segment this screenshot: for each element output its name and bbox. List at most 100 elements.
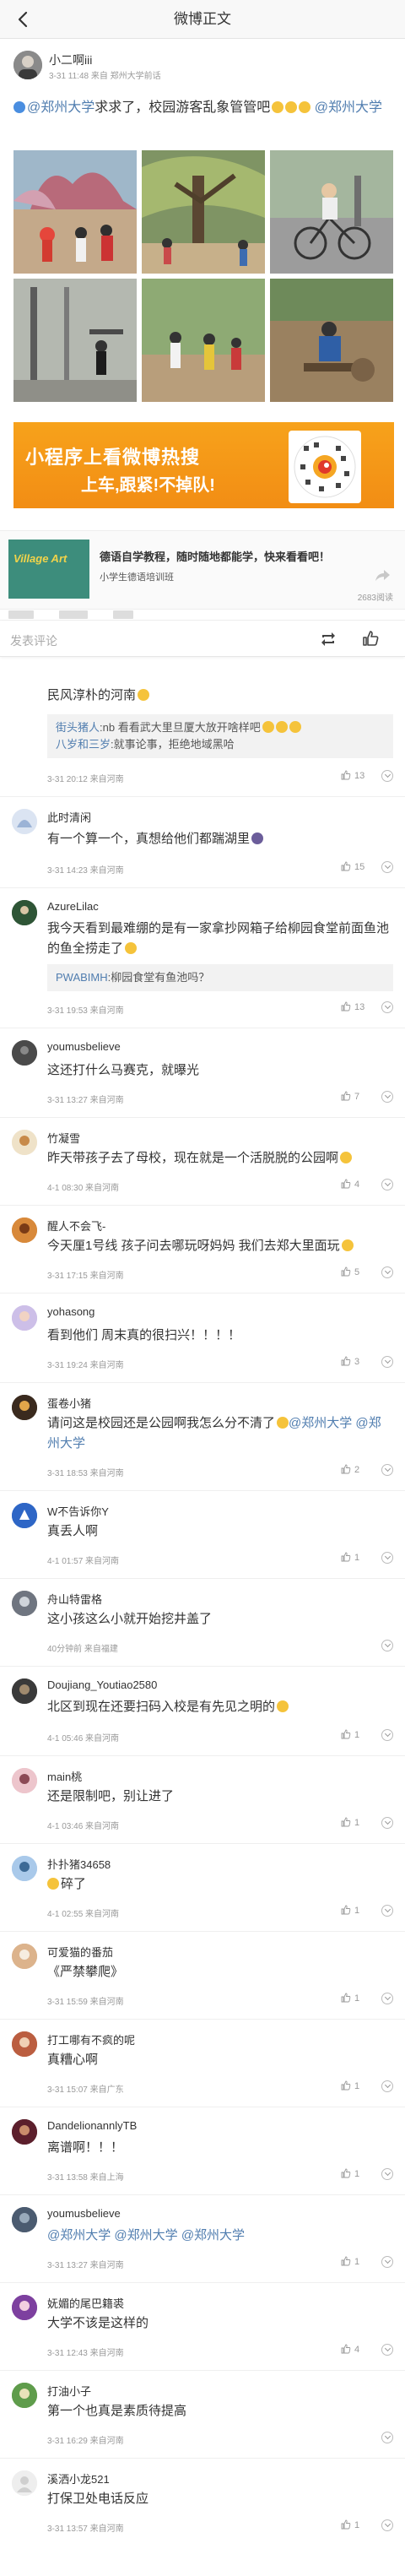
user-avatar[interactable] [12, 1768, 37, 1793]
comment-like[interactable]: 13 [341, 1001, 364, 1012]
more-icon[interactable] [381, 1817, 393, 1829]
user-avatar[interactable] [12, 809, 37, 834]
user-avatar[interactable] [12, 1944, 37, 1969]
user-name[interactable]: yohasong [47, 1305, 94, 1318]
user-name[interactable]: youmusbelieve [47, 1040, 121, 1053]
comment-input[interactable]: 发表评论 [10, 632, 57, 649]
comment-like[interactable]: 13 [341, 770, 364, 781]
user-name[interactable]: 扑扑猪34658 [47, 1856, 111, 1872]
mention-link[interactable]: @郑州大学 [47, 2228, 111, 2242]
ad-card[interactable]: Village Art 德语自学教程，随时随地都能学，快来看看吧！ 小学生德语培… [0, 530, 405, 610]
user-name[interactable]: DandelionannlyTB [47, 2119, 137, 2132]
more-icon[interactable] [381, 1993, 393, 2004]
comment-like[interactable]: 1 [341, 2256, 359, 2267]
user-name[interactable]: 打工哪有不疯的呢 [47, 2031, 135, 2047]
comment-like[interactable]: 1 [341, 1905, 359, 1916]
like-icon[interactable] [361, 629, 380, 648]
mention-link[interactable]: @郑州大学 [315, 100, 382, 115]
user-name[interactable]: main桃 [47, 1768, 82, 1784]
miniprogram-banner[interactable]: 小程序上看微博热搜 上车,跟紧!不掉队! [14, 422, 394, 508]
more-icon[interactable] [381, 2080, 393, 2092]
user-name[interactable]: 醒人不会飞- [47, 1217, 105, 1234]
user-avatar[interactable] [12, 1305, 37, 1331]
reply-user[interactable]: PWABIMH [56, 971, 108, 984]
user-avatar[interactable] [12, 2119, 37, 2145]
comment-like[interactable]: 3 [341, 1356, 359, 1367]
comment-like[interactable]: 1 [341, 2519, 359, 2530]
comment-like[interactable]: 1 [341, 1552, 359, 1563]
share-icon[interactable] [373, 567, 392, 585]
post-photo[interactable] [270, 150, 393, 274]
more-icon[interactable] [381, 1356, 393, 1368]
reply-box[interactable]: PWABIMH:柳园食堂有鱼池吗？ [47, 964, 393, 991]
post-photo[interactable] [14, 150, 137, 274]
comment-like[interactable]: 1 [341, 2080, 359, 2091]
reply-user[interactable]: 街头猪人 [56, 721, 100, 734]
comment-like[interactable]: 5 [341, 1266, 359, 1277]
author-avatar[interactable] [14, 51, 42, 79]
user-name[interactable]: 打油小子 [47, 2383, 91, 2399]
user-name[interactable]: 蛋卷小猪 [47, 1395, 91, 1411]
comment-like[interactable]: 1 [341, 1817, 359, 1828]
comment-like[interactable]: 7 [341, 1091, 359, 1102]
more-icon[interactable] [381, 1464, 393, 1476]
more-icon[interactable] [381, 1001, 393, 1013]
user-avatar[interactable] [12, 1503, 37, 1528]
more-icon[interactable] [381, 1729, 393, 1741]
reply-user[interactable]: 八岁和三岁 [56, 738, 111, 751]
tab-comments[interactable] [59, 610, 88, 619]
user-avatar[interactable] [12, 1856, 37, 1881]
mention-link[interactable]: @郑州大学 [27, 100, 94, 115]
user-avatar[interactable] [12, 1395, 37, 1420]
more-icon[interactable] [381, 1179, 393, 1190]
more-icon[interactable] [381, 770, 393, 782]
user-name[interactable]: 妩媚的尾巴籍裘 [47, 2295, 124, 2311]
more-icon[interactable] [381, 1640, 393, 1651]
user-avatar[interactable] [12, 2470, 37, 2496]
user-name[interactable]: youmusbelieve [47, 2207, 121, 2220]
user-name[interactable]: 可爱猫的番茄 [47, 1944, 113, 1960]
user-avatar[interactable] [12, 2207, 37, 2232]
more-icon[interactable] [381, 2344, 393, 2356]
comment-like[interactable]: 1 [341, 1993, 359, 2004]
more-icon[interactable] [381, 2168, 393, 2180]
comment-like[interactable]: 2 [341, 1464, 359, 1475]
repost-icon[interactable] [319, 630, 338, 648]
user-avatar[interactable] [12, 1040, 37, 1066]
mention-link[interactable]: @郑州大学 [289, 1416, 352, 1430]
more-icon[interactable] [381, 2256, 393, 2268]
more-icon[interactable] [381, 2432, 393, 2443]
more-icon[interactable] [381, 861, 393, 873]
user-name[interactable]: W不告诉你Y [47, 1503, 109, 1519]
more-icon[interactable] [381, 1552, 393, 1564]
user-avatar[interactable] [12, 1591, 37, 1616]
tab-likes[interactable] [113, 610, 133, 619]
post-photo[interactable] [142, 150, 265, 274]
user-avatar[interactable] [12, 900, 37, 925]
comment-like[interactable]: 4 [341, 2344, 359, 2355]
tab-reposts[interactable] [8, 610, 34, 619]
reply-box[interactable]: 街头猪人:nb 看看武大里旦厦大放开啥样吧 八岁和三岁:就事论事，拒绝地域黑哈 [47, 714, 393, 758]
user-avatar[interactable] [12, 2295, 37, 2320]
comment-like[interactable]: 1 [341, 1729, 359, 1740]
more-icon[interactable] [381, 1266, 393, 1278]
user-avatar[interactable] [12, 2383, 37, 2408]
user-avatar[interactable] [12, 2031, 37, 2057]
mention-link[interactable]: @郑州大学 [114, 2228, 177, 2242]
comment-like[interactable]: 15 [341, 861, 364, 872]
user-name[interactable]: 竹凝雪 [47, 1130, 80, 1146]
user-avatar[interactable] [12, 1217, 37, 1243]
user-name[interactable]: 溪洒小龙521 [47, 2470, 110, 2487]
mention-link[interactable]: @郑州大学 [181, 2228, 245, 2242]
author-name[interactable]: 小二啊iii [49, 52, 92, 68]
comment-like[interactable]: 1 [341, 2168, 359, 2179]
user-avatar[interactable] [12, 1678, 37, 1704]
more-icon[interactable] [381, 1091, 393, 1103]
user-avatar[interactable] [12, 1130, 37, 1155]
post-photo[interactable] [142, 279, 265, 402]
post-photo[interactable] [270, 279, 393, 402]
user-name[interactable]: Doujiang_Youtiao2580 [47, 1678, 157, 1691]
more-icon[interactable] [381, 1905, 393, 1917]
user-name[interactable]: 此时清闲 [47, 809, 91, 825]
user-name[interactable]: 舟山特雷格 [47, 1591, 102, 1607]
